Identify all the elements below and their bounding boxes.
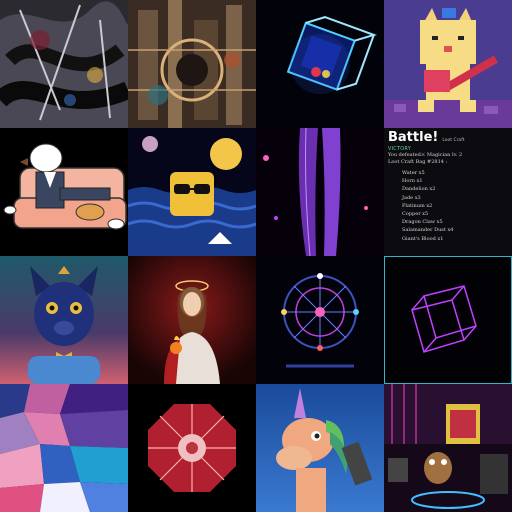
artwork-tile-neon-cube[interactable] [256,0,384,128]
unicorn-cartoon-art [256,384,384,512]
artwork-tile-ferris-wheel-lights[interactable] [256,256,384,384]
artwork-tile-pixel-cat-guitar[interactable] [384,0,512,128]
loot-item: Salamander Dust x4 [402,227,454,234]
purple-legs-art [256,128,384,256]
loot-item: Water x5 [402,170,425,176]
loot-item-list: Water x5 Horn x1 Dandelion x2 Jade x3 Pl… [388,169,508,243]
artwork-tile-wireframe-cube[interactable] [384,256,512,384]
artwork-tile-purple-legs[interactable] [256,128,384,256]
loot-item: Dandelion x2 [402,186,436,193]
voronoi-mosaic-art [0,384,128,512]
loot-item: Horn x1 [402,178,423,185]
mechanical-cityscape-art [128,0,256,128]
dog-portrait-art [0,256,128,384]
battle-defeated-line: You defeated⚔ Magician lv. 2 [388,152,463,158]
battle-bag-line: Loot Craft Bag #2814 : [388,159,448,165]
artwork-tile-sunglasses-ocean[interactable] [128,128,256,256]
loot-item: Copper x5 [402,211,429,218]
neon-room-art [384,384,512,512]
red-kaleidoscope-art [128,384,256,512]
loot-item: Jade x3 [402,194,421,201]
loot-item: Dragon Claw x5 [402,219,443,226]
wireframe-cube-art [384,256,512,384]
artwork-tile-cartoon-bird-sofa[interactable] [0,128,128,256]
artwork-tile-voronoi-mosaic[interactable] [0,384,128,512]
battle-title: Battle! [388,130,439,145]
loot-item: Platinum x2 [402,202,433,209]
artwork-tile-mechanical-cityscape[interactable] [128,0,256,128]
pixel-cat-guitar-art [384,0,512,128]
jesus-portrait-art [128,256,256,384]
ferris-wheel-lights-art [256,256,384,384]
battle-tag: Loot Craft [442,138,465,143]
artwork-tile-dog-portrait[interactable] [0,256,128,384]
artwork-tile-abstract-splatter[interactable] [0,0,128,128]
cartoon-bird-sofa-art [0,128,128,256]
loot-item: Giant's Blood x1 [402,235,444,242]
nft-gallery-grid: Battle! Loot Craft VICTORY You defeated⚔… [0,0,512,512]
artwork-tile-neon-room[interactable] [384,384,512,512]
battle-title-row: Battle! Loot Craft [388,131,508,145]
abstract-splatter-art [0,0,128,128]
artwork-tile-unicorn-cartoon[interactable] [256,384,384,512]
artwork-tile-red-kaleidoscope[interactable] [128,384,256,512]
battle-result-card[interactable]: Battle! Loot Craft VICTORY You defeated⚔… [384,128,512,256]
artwork-tile-jesus-portrait[interactable] [128,256,256,384]
neon-cube-art [256,0,384,128]
sunglasses-ocean-art [128,128,256,256]
